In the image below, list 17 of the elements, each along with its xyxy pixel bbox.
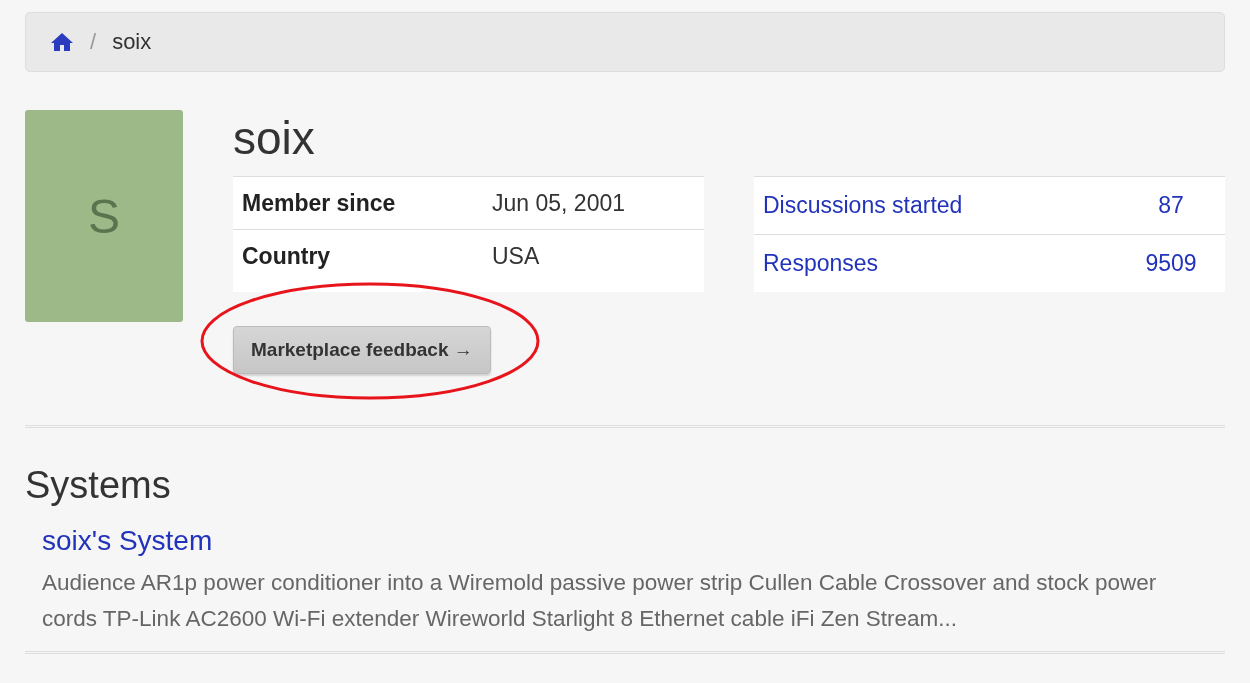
- stat-link[interactable]: Responses: [763, 250, 1126, 277]
- section-heading: Systems: [25, 463, 172, 507]
- system-description: Audience AR1p power conditioner into a Wiremold passive power strip Cullen Cable Crossover and stock power cords TP-Link AC2600 Wi-Fi extender Wireworld Starlight 8 Ethernet cable iFi Zen Stream...: [42, 569, 1158, 633]
- breadcrumb-item[interactable]: soix: [112, 29, 152, 55]
- avatar: S: [25, 110, 183, 322]
- stat-count: 87: [1157, 192, 1185, 219]
- user-name: soix: [233, 112, 316, 164]
- detail-value: USA: [492, 242, 540, 270]
- detail-value: Jun 05, 2001: [492, 189, 625, 217]
- stat-count: 9509: [1144, 250, 1198, 277]
- feedback-button[interactable]: Marketplace feedback →: [233, 326, 491, 374]
- stat-link[interactable]: Discussions started: [763, 192, 1126, 219]
- home-icon[interactable]: [50, 32, 74, 52]
- breadcrumb-separator: /: [90, 29, 97, 55]
- system-link[interactable]: soix's System: [42, 525, 213, 557]
- detail-label: Country: [242, 242, 332, 270]
- detail-label: Member since: [242, 189, 397, 217]
